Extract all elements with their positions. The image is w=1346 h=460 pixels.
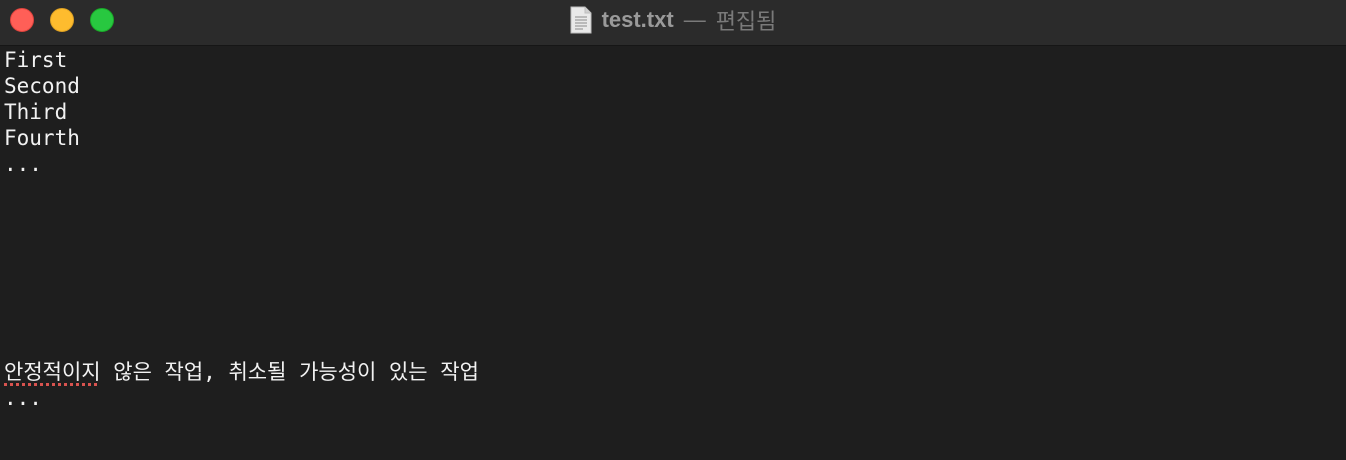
text-document-icon[interactable] [570, 6, 592, 34]
text-line: 안정적이지 않은 작업, 취소될 가능성이 있는 작업 [4, 359, 479, 385]
text-editor-window: test.txt — 편집됨 First Second Third Fourth… [0, 0, 1346, 460]
text-line: ... [4, 152, 42, 176]
file-name: test.txt [601, 7, 674, 32]
title-bar[interactable]: test.txt — 편집됨 [0, 0, 1346, 46]
text-line: Second [4, 74, 80, 98]
text-line: ... [4, 386, 42, 410]
text-line: First [4, 48, 68, 72]
window-title: test.txt — 편집됨 [0, 0, 1346, 40]
title-separator: — [683, 7, 706, 32]
text-line: Fourth [4, 126, 80, 150]
text-segment: 않은 작업, 취소될 가능성이 있는 작업 [100, 360, 479, 384]
text-line: Third [4, 100, 68, 124]
edited-status: 편집됨 [715, 9, 777, 34]
misspelled-word[interactable]: 안정적이지 [4, 360, 101, 384]
text-editing-area[interactable]: First Second Third Fourth ... 안정적이지 않은 작… [0, 46, 1346, 460]
